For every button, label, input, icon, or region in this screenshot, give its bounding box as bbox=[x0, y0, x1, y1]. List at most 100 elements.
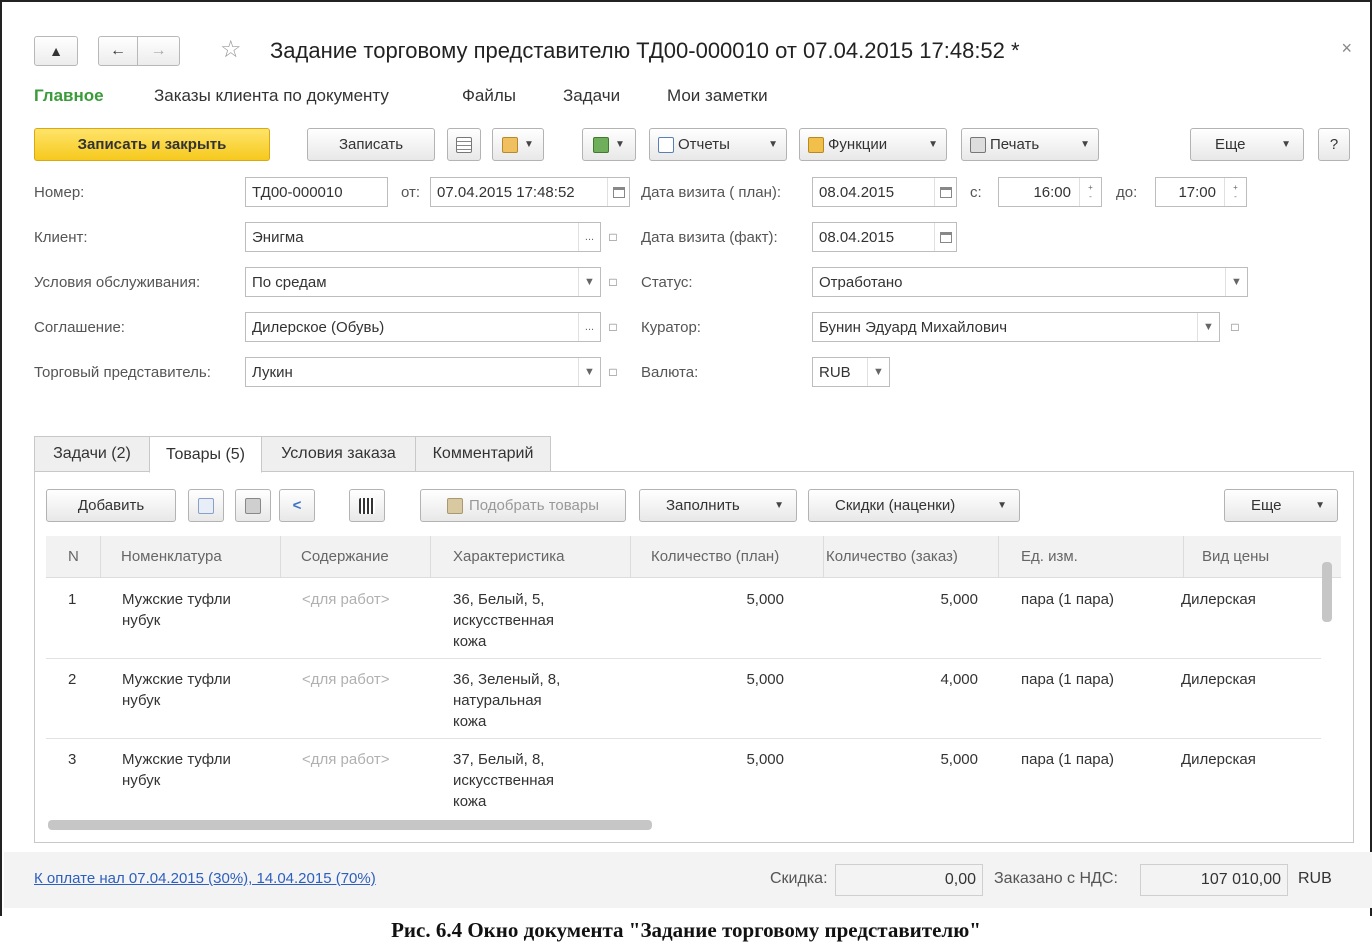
open-icon[interactable]: □ bbox=[602, 222, 624, 252]
table-row[interactable]: 2 Мужские туфли нубук <для работ> 36, Зе… bbox=[46, 659, 1321, 739]
window-title: Задание торговому представителю ТД00-000… bbox=[270, 38, 1020, 63]
star-icon[interactable]: ☆ bbox=[220, 35, 242, 64]
cell-qty-order: 5,000 bbox=[940, 591, 978, 608]
chevron-down-icon[interactable]: ▼ bbox=[867, 358, 889, 386]
print-button[interactable]: Печать ▼ bbox=[961, 128, 1099, 161]
status-value: Отработано bbox=[819, 273, 903, 291]
document-list-icon bbox=[456, 136, 472, 153]
select-button[interactable]: ... bbox=[578, 223, 600, 251]
nav-tab-orders[interactable]: Заказы клиента по документу bbox=[154, 86, 389, 106]
service-value: По средам bbox=[252, 273, 327, 291]
help-button[interactable]: ? bbox=[1318, 128, 1350, 161]
col-n[interactable]: N bbox=[46, 536, 101, 578]
time-from-field[interactable]: 16:00 + - bbox=[998, 177, 1102, 207]
visit-plan-field[interactable]: 08.04.2015 bbox=[812, 177, 957, 207]
select-button[interactable]: ... bbox=[578, 313, 600, 341]
document-window: ▲ ← → ☆ Задание торговому представителю … bbox=[0, 0, 1372, 916]
client-field[interactable]: Энигма ... bbox=[245, 222, 601, 252]
table-row[interactable]: 1 Мужские туфли нубук <для работ> 36, Бе… bbox=[46, 579, 1321, 659]
open-icon[interactable]: □ bbox=[602, 312, 624, 342]
more-button[interactable]: Еще ▼ bbox=[1190, 128, 1304, 161]
back-button[interactable]: ← bbox=[98, 36, 138, 66]
cell-qty-plan: 5,000 bbox=[746, 591, 784, 608]
chevron-down-icon[interactable]: ▼ bbox=[1225, 268, 1247, 296]
service-field[interactable]: По средам ▼ bbox=[245, 267, 601, 297]
open-icon[interactable]: □ bbox=[602, 267, 624, 297]
cell-char-line3: кожа bbox=[453, 633, 487, 650]
cell-char-line1: 37, Белый, 8, bbox=[453, 751, 545, 768]
currency-field[interactable]: RUB ▼ bbox=[812, 357, 890, 387]
time-from-value: 16:00 bbox=[1033, 183, 1071, 201]
chevron-down-icon: ▼ bbox=[524, 139, 534, 150]
agreement-field[interactable]: Дилерское (Обувь) ... bbox=[245, 312, 601, 342]
printer-icon bbox=[970, 136, 986, 153]
chevron-down-icon[interactable]: ▼ bbox=[578, 268, 600, 296]
date-field[interactable]: 07.04.2015 17:48:52 bbox=[430, 177, 630, 207]
tab-tasks[interactable]: Задачи (2) bbox=[34, 436, 150, 472]
nav-tab-files[interactable]: Файлы bbox=[462, 86, 516, 106]
col-qty-order[interactable]: Количество (заказ) bbox=[824, 536, 999, 578]
tab-goods[interactable]: Товары (5) bbox=[149, 436, 262, 473]
close-icon[interactable]: × bbox=[1341, 38, 1352, 59]
save-button[interactable]: Записать bbox=[307, 128, 435, 161]
col-unit[interactable]: Ед. изм. bbox=[999, 536, 1184, 578]
list-button[interactable] bbox=[447, 128, 481, 161]
horizontal-scrollbar[interactable] bbox=[48, 820, 652, 830]
nav-tab-main[interactable]: Главное bbox=[34, 86, 104, 106]
copy-button[interactable] bbox=[188, 489, 224, 522]
cell-name-line1: Мужские туфли bbox=[122, 591, 231, 608]
time-spinner[interactable]: + - bbox=[1079, 178, 1101, 206]
save-close-button[interactable]: Записать и закрыть bbox=[34, 128, 270, 161]
spin-down-icon: - bbox=[1089, 192, 1092, 201]
time-to-field[interactable]: 17:00 + - bbox=[1155, 177, 1247, 207]
ordered-value: 107 010,00 bbox=[1140, 864, 1288, 896]
chevron-down-icon[interactable]: ▼ bbox=[1197, 313, 1219, 341]
create-based-button[interactable]: ▼ bbox=[492, 128, 544, 161]
visit-fact-label: Дата визита (факт): bbox=[641, 229, 778, 246]
document-create-icon bbox=[502, 136, 519, 153]
col-characteristic[interactable]: Характеристика bbox=[431, 536, 631, 578]
calendar-button[interactable] bbox=[607, 178, 629, 206]
fill-button[interactable]: Заполнить ▼ bbox=[639, 489, 797, 522]
structure-button[interactable]: ▼ bbox=[582, 128, 636, 161]
barcode-button[interactable] bbox=[349, 489, 385, 522]
curator-field[interactable]: Бунин Эдуард Михайлович ▼ bbox=[812, 312, 1220, 342]
open-icon[interactable]: □ bbox=[602, 357, 624, 387]
nav-tab-tasks[interactable]: Задачи bbox=[563, 86, 620, 106]
col-price-type[interactable]: Вид цены bbox=[1184, 536, 1341, 578]
home-button[interactable]: ▲ bbox=[34, 36, 78, 66]
open-icon[interactable]: □ bbox=[1224, 312, 1246, 342]
add-button[interactable]: Добавить bbox=[46, 489, 176, 522]
table-row[interactable]: 3 Мужские туфли нубук <для работ> 37, Бе… bbox=[46, 739, 1321, 819]
tab-comment[interactable]: Комментарий bbox=[415, 436, 551, 472]
payment-link[interactable]: К оплате нал 07.04.2015 (30%), 14.04.201… bbox=[34, 870, 376, 887]
rep-field[interactable]: Лукин ▼ bbox=[245, 357, 601, 387]
reports-button[interactable]: Отчеты ▼ bbox=[649, 128, 787, 161]
col-name[interactable]: Номенклатура bbox=[101, 536, 281, 578]
calendar-button[interactable] bbox=[934, 178, 956, 206]
cell-char-line2: искусственная bbox=[453, 772, 554, 789]
forward-button[interactable]: → bbox=[138, 36, 180, 66]
status-field[interactable]: Отработано ▼ bbox=[812, 267, 1248, 297]
distribute-button[interactable]: < bbox=[279, 489, 315, 522]
arrow-right-icon: → bbox=[150, 42, 167, 59]
client-label: Клиент: bbox=[34, 229, 88, 246]
discounts-button[interactable]: Скидки (наценки) ▼ bbox=[808, 489, 1020, 522]
chevron-down-icon[interactable]: ▼ bbox=[578, 358, 600, 386]
visit-fact-field[interactable]: 08.04.2015 bbox=[812, 222, 957, 252]
time-spinner[interactable]: + - bbox=[1224, 178, 1246, 206]
number-field[interactable]: ТД00-000010 bbox=[245, 177, 388, 207]
functions-button[interactable]: Функции ▼ bbox=[799, 128, 947, 161]
vertical-scrollbar[interactable] bbox=[1322, 562, 1332, 622]
tab-order-conditions[interactable]: Условия заказа bbox=[261, 436, 416, 472]
calendar-button[interactable] bbox=[934, 223, 956, 251]
structure-icon bbox=[593, 136, 610, 153]
col-content[interactable]: Содержание bbox=[281, 536, 431, 578]
paste-button[interactable] bbox=[235, 489, 271, 522]
spin-up-icon: + bbox=[1088, 183, 1093, 192]
barcode-icon bbox=[359, 497, 375, 514]
pick-goods-button[interactable]: Подобрать товары bbox=[420, 489, 626, 522]
nav-tab-notes[interactable]: Мои заметки bbox=[667, 86, 768, 106]
table-more-button[interactable]: Еще ▼ bbox=[1224, 489, 1338, 522]
col-qty-plan[interactable]: Количество (план) bbox=[631, 536, 824, 578]
